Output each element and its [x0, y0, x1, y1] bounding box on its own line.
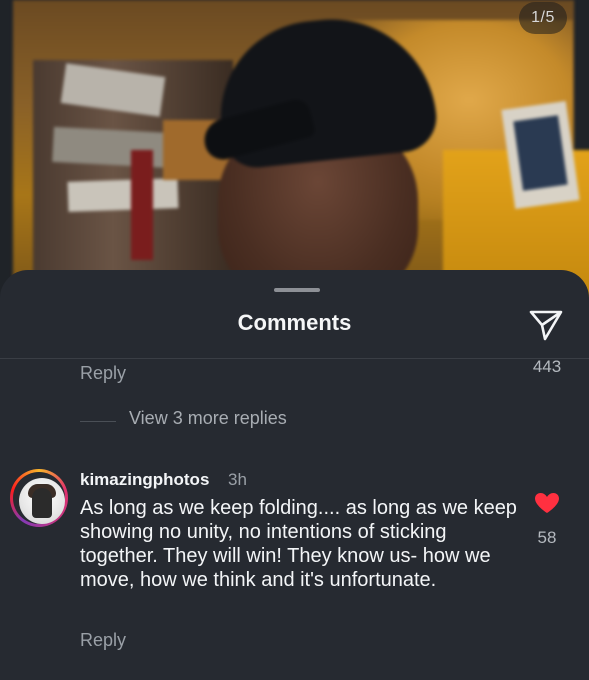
sheet-title: Comments	[237, 310, 352, 335]
carousel-page-indicator: 1/5	[519, 2, 567, 34]
instagram-comments-screen: 1/5 Comments Reply 443 View 3 more repli…	[0, 0, 589, 680]
send-paper-plane-icon	[529, 310, 563, 341]
like-button[interactable]	[534, 492, 560, 514]
like-count: 443	[532, 357, 562, 376]
comment-text: As long as we keep folding.... as long a…	[80, 497, 517, 591]
photo-content	[13, 0, 589, 300]
view-more-replies-button[interactable]: View 3 more replies	[129, 408, 287, 429]
reply-button[interactable]: Reply	[80, 363, 126, 384]
replies-line	[80, 421, 116, 422]
avatar[interactable]	[10, 469, 68, 527]
send-button[interactable]	[528, 308, 564, 342]
sheet-drag-handle[interactable]	[274, 288, 320, 292]
header-divider	[0, 358, 589, 359]
comment-timestamp: 3h	[228, 470, 247, 489]
post-photo[interactable]: 1/5	[0, 0, 589, 300]
comment-like-count: 58	[537, 528, 557, 547]
comment-reply-button[interactable]: Reply	[80, 630, 126, 651]
heart-icon	[535, 493, 559, 513]
avatar-image	[19, 478, 65, 524]
comment-username[interactable]: kimazingphotos	[80, 470, 209, 490]
comments-sheet: Comments Reply 443 View 3 more replies k…	[0, 270, 589, 680]
